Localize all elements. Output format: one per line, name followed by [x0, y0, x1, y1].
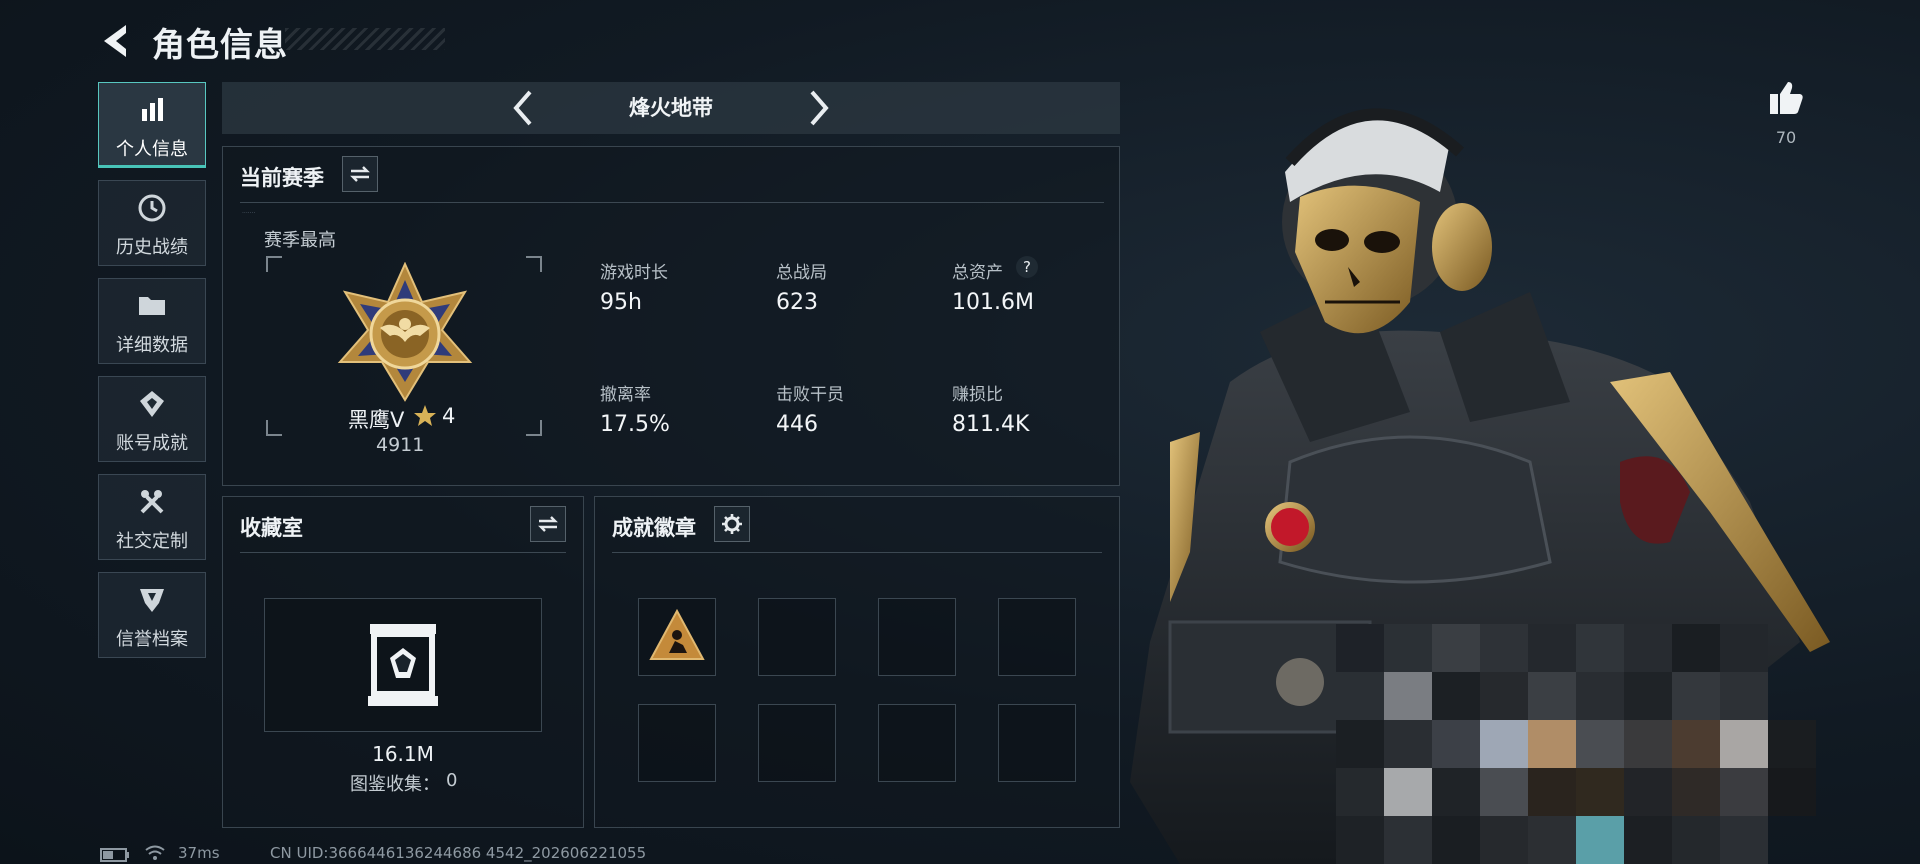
stat-label-kills: 击败干员	[776, 385, 844, 405]
badge-slot[interactable]	[638, 704, 716, 782]
rank-name: 黑鹰V	[348, 408, 405, 432]
shield-icon	[140, 589, 164, 612]
collection-value: 16.1M	[372, 742, 434, 766]
stat-value-matches: 623	[776, 290, 818, 315]
badges-settings-button[interactable]	[714, 506, 750, 542]
mode-label: 烽火地带	[629, 96, 713, 120]
tools-icon	[140, 490, 164, 514]
badge-slot[interactable]	[758, 704, 836, 782]
catalog-label: 图鉴收集：	[350, 774, 440, 795]
rank-score: 4911	[376, 434, 425, 456]
season-switch-button[interactable]	[342, 156, 378, 192]
rank-star-count: 4	[442, 404, 456, 428]
sidebar-item-label: 社交定制	[116, 531, 188, 552]
rank-emblem-icon	[337, 262, 473, 402]
season-best-label: 赛季最高	[264, 230, 336, 251]
stat-value-playtime: 95h	[600, 290, 642, 315]
triangle-badge-icon	[649, 608, 705, 660]
corner-bracket	[526, 256, 542, 272]
sidebar-item-social[interactable]: 社交定制	[98, 474, 206, 560]
stat-label-assets: 总资产	[952, 263, 1003, 283]
decor-text: ·······	[242, 210, 256, 217]
battery-icon	[100, 848, 129, 862]
display-case-icon	[368, 624, 438, 706]
sidebar-item-label: 账号成就	[116, 433, 188, 454]
season-panel-title: 当前赛季	[240, 166, 324, 190]
assets-help-icon[interactable]: ?	[1016, 256, 1038, 278]
sidebar-item-reputation[interactable]: 信誉档案	[98, 572, 206, 658]
stat-label-matches: 总战局	[776, 263, 827, 283]
wifi-icon	[145, 845, 165, 860]
stat-value-profit-ratio: 811.4K	[952, 412, 1030, 437]
like-count: 70	[1775, 128, 1797, 147]
corner-bracket	[266, 256, 282, 272]
sidebar-item-detail-data[interactable]: 详细数据	[98, 278, 206, 364]
rank-star-icon	[414, 405, 436, 426]
corner-bracket	[526, 420, 542, 436]
sidebar-item-label: 个人信息	[116, 139, 188, 160]
collection-panel-title: 收藏室	[240, 516, 303, 540]
bar-chart-icon	[142, 98, 163, 121]
thumbs-up-icon[interactable]	[1766, 78, 1806, 118]
catalog-value: 0	[446, 770, 458, 791]
stat-label-extract-rate: 撤离率	[600, 385, 651, 405]
gear-icon	[722, 514, 742, 534]
divider	[612, 552, 1102, 553]
badge-slot[interactable]	[998, 704, 1076, 782]
collection-switch-button[interactable]	[530, 506, 566, 542]
back-arrow-icon[interactable]	[98, 22, 134, 60]
sidebar-item-achievements[interactable]: 账号成就	[98, 376, 206, 462]
mosaic-blur	[1336, 624, 1872, 864]
badge-slot[interactable]	[878, 598, 956, 676]
sidebar-item-history[interactable]: 历史战绩	[98, 180, 206, 266]
sidebar-item-label: 详细数据	[116, 335, 188, 356]
sidebar-item-label: 历史战绩	[116, 237, 188, 258]
badge-slot[interactable]	[758, 598, 836, 676]
stat-value-kills: 446	[776, 412, 818, 437]
next-mode-arrow-icon[interactable]	[806, 88, 832, 128]
stat-value-assets: 101.6M	[952, 290, 1034, 315]
badge-slot[interactable]	[878, 704, 956, 782]
swap-icon	[538, 516, 558, 532]
page-title: 角色信息	[152, 25, 288, 64]
uid-text: CN UID:3666446136244686 4542_20260622105…	[270, 844, 647, 862]
folder-icon	[139, 297, 165, 315]
achievement-icon	[140, 391, 164, 417]
ping-text: 37ms	[178, 844, 220, 862]
badge-slot[interactable]	[638, 598, 716, 676]
stat-label-playtime: 游戏时长	[600, 263, 668, 283]
badges-panel-title: 成就徽章	[612, 516, 696, 540]
swap-icon	[350, 166, 370, 182]
sidebar-item-label: 信誉档案	[116, 629, 188, 650]
stat-label-profit-ratio: 赚损比	[952, 385, 1003, 405]
divider	[240, 552, 566, 553]
corner-bracket	[266, 420, 282, 436]
history-clock-icon	[138, 194, 166, 222]
title-decoration	[285, 28, 445, 50]
divider	[240, 202, 1104, 203]
badge-slot[interactable]	[998, 598, 1076, 676]
stat-value-extract-rate: 17.5%	[600, 412, 670, 437]
sidebar-item-personal-info[interactable]: 个人信息	[98, 82, 206, 168]
